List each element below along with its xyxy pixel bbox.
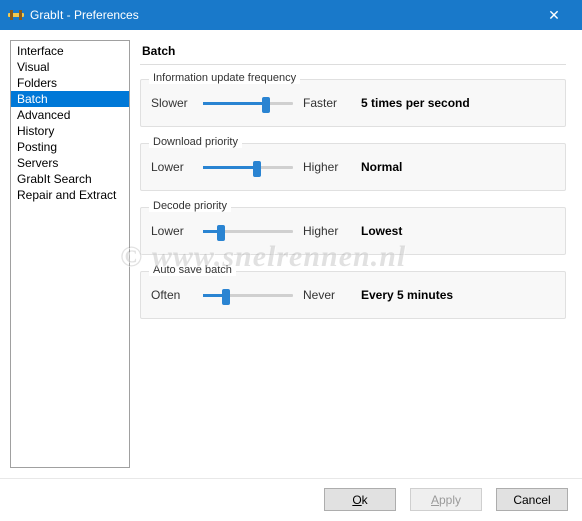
slider-left-label: Slower: [151, 96, 193, 110]
group-0: Information update frequencySlowerFaster…: [140, 79, 566, 127]
titlebar: GrabIt - Preferences ✕: [0, 0, 582, 30]
group-label: Decode priority: [149, 200, 231, 212]
slider-right-label: Higher: [303, 160, 343, 174]
slider-right-label: Faster: [303, 96, 343, 110]
slider-thumb[interactable]: [253, 161, 261, 177]
group-3: Auto save batchOftenNeverEvery 5 minutes: [140, 271, 566, 319]
ok-button[interactable]: Ok: [324, 488, 396, 511]
cancel-button[interactable]: Cancel: [496, 488, 568, 511]
slider-left-label: Often: [151, 288, 193, 302]
group-1: Download priorityLowerHigherNormal: [140, 143, 566, 191]
slider-left-label: Lower: [151, 224, 193, 238]
slider-row: Lower Higher Lowest: [151, 222, 555, 240]
sidebar-item-history[interactable]: History: [11, 123, 129, 139]
sidebar-item-repair-and-extract[interactable]: Repair and Extract: [11, 187, 129, 203]
slider-row: Lower Higher Normal: [151, 158, 555, 176]
slider[interactable]: [203, 158, 293, 176]
content: Batch Information update frequency Slower…: [140, 40, 572, 468]
close-icon[interactable]: ✕: [534, 7, 574, 24]
slider-value: 5 times per second: [361, 96, 470, 110]
sidebar-item-posting[interactable]: Posting: [11, 139, 129, 155]
slider-value: Lowest: [361, 224, 402, 238]
slider-thumb[interactable]: [262, 97, 270, 113]
slider-right-label: Higher: [303, 224, 343, 238]
group-label: Auto save batch: [149, 264, 236, 276]
sidebar-item-servers[interactable]: Servers: [11, 155, 129, 171]
window-title: GrabIt - Preferences: [30, 8, 534, 22]
slider[interactable]: [203, 94, 293, 112]
app-icon: [8, 7, 24, 23]
apply-button: Apply: [410, 488, 482, 511]
slider-value: Normal: [361, 160, 402, 174]
slider-right-label: Never: [303, 288, 343, 302]
slider[interactable]: [203, 222, 293, 240]
slider-row: Often Never Every 5 minutes: [151, 286, 555, 304]
slider-value: Every 5 minutes: [361, 288, 453, 302]
slider-thumb[interactable]: [222, 289, 230, 305]
sidebar-item-batch[interactable]: Batch: [11, 91, 129, 107]
slider-thumb[interactable]: [217, 225, 225, 241]
sidebar-item-folders[interactable]: Folders: [11, 75, 129, 91]
group-label: Information update frequency: [149, 72, 300, 84]
group-2: Decode priorityLowerHigherLowest: [140, 207, 566, 255]
body: InterfaceVisualFoldersBatchAdvancedHisto…: [0, 30, 582, 478]
sidebar: InterfaceVisualFoldersBatchAdvancedHisto…: [10, 40, 130, 468]
slider[interactable]: [203, 286, 293, 304]
slider-left-label: Lower: [151, 160, 193, 174]
page-title: Batch: [140, 40, 566, 65]
sidebar-item-advanced[interactable]: Advanced: [11, 107, 129, 123]
sidebar-item-grabit-search[interactable]: GrabIt Search: [11, 171, 129, 187]
sidebar-item-visual[interactable]: Visual: [11, 59, 129, 75]
slider-row: Slower Faster 5 times per second: [151, 94, 555, 112]
group-label: Download priority: [149, 136, 242, 148]
footer: Ok Apply Cancel: [0, 478, 582, 520]
sidebar-item-interface[interactable]: Interface: [11, 43, 129, 59]
